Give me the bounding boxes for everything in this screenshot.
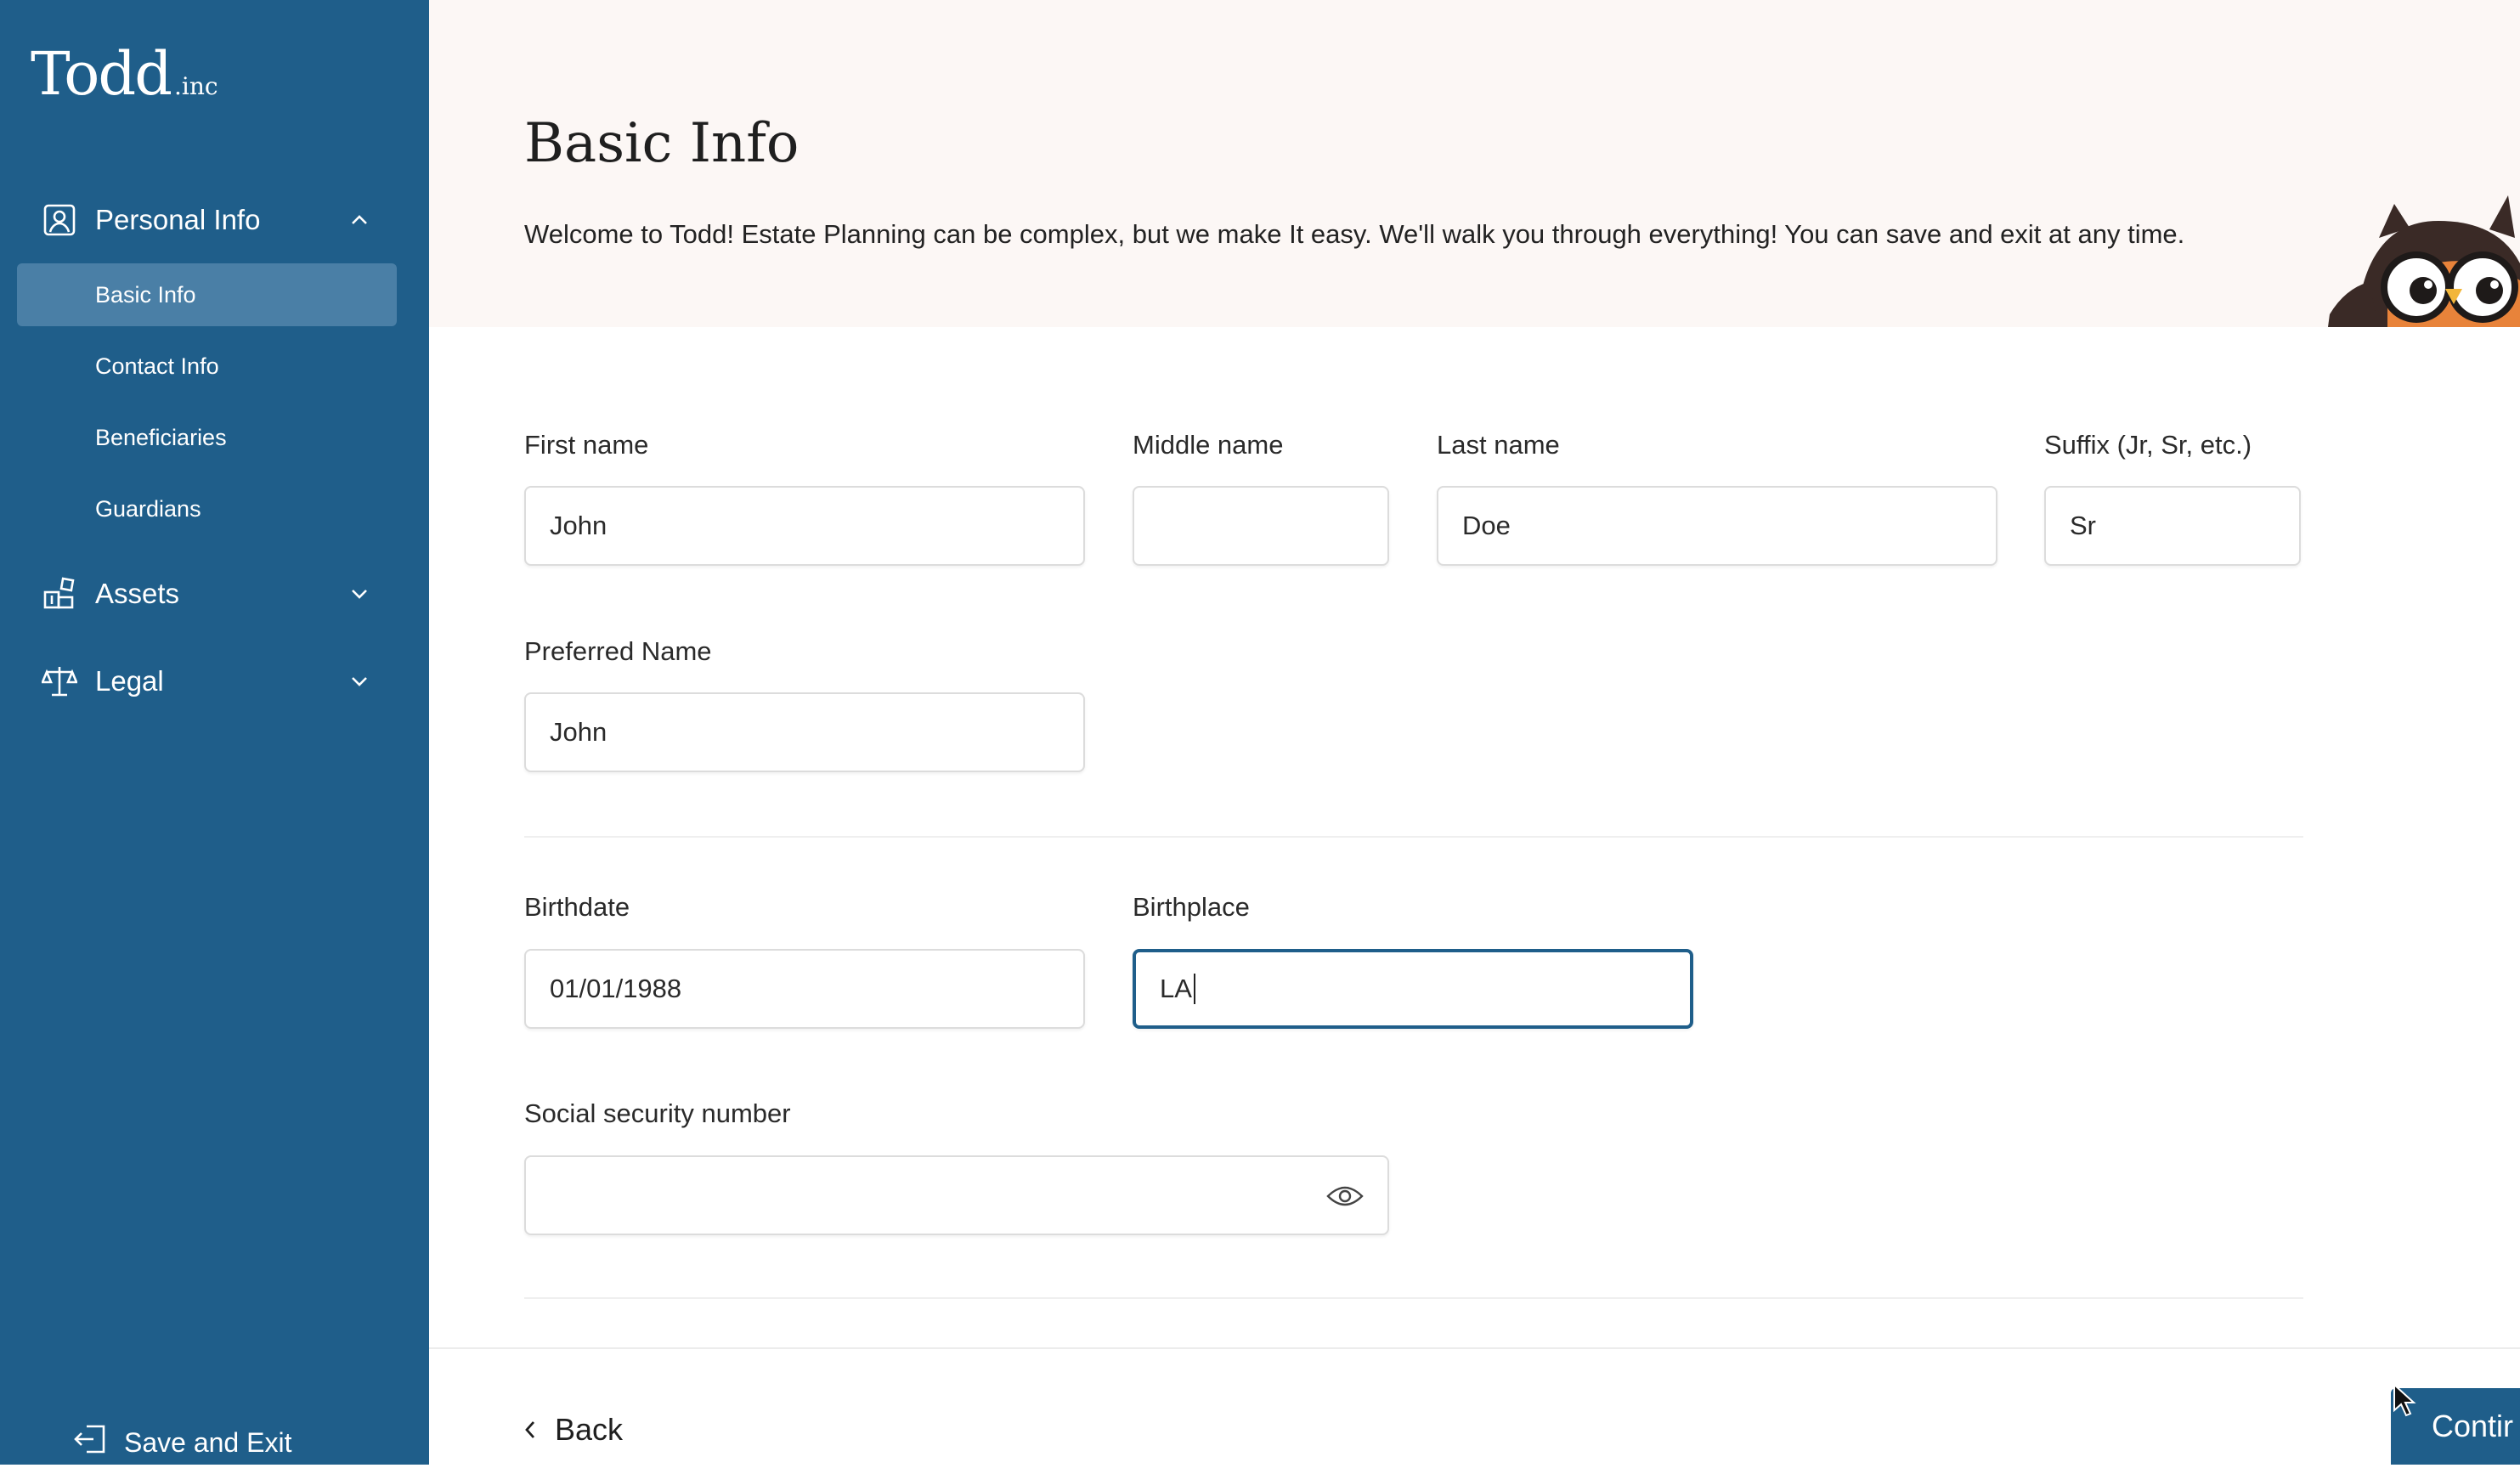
birthplace-label: Birthplace xyxy=(1133,892,1250,922)
back-button[interactable]: Back xyxy=(524,1406,623,1454)
scale-icon xyxy=(41,663,78,700)
chevron-up-icon xyxy=(347,207,372,233)
nav-section-legal[interactable]: Legal xyxy=(0,647,429,715)
chevron-down-icon xyxy=(347,581,372,607)
sidebar: Todd .inc Personal Info Basic Info Contac… xyxy=(0,0,429,1465)
nav-section-label: Assets xyxy=(95,578,180,609)
sidebar-item-contact-info[interactable]: Contact Info xyxy=(17,335,397,398)
save-and-exit-button[interactable]: Save and Exit xyxy=(73,1417,291,1468)
mouse-cursor-icon xyxy=(2393,1382,2416,1417)
intro-text: Welcome to Todd! Estate Planning can be … xyxy=(524,219,2185,249)
nav-section-label: Personal Info xyxy=(95,204,261,235)
sidebar-item-guardians[interactable]: Guardians xyxy=(17,477,397,540)
sidebar-item-basic-info[interactable]: Basic Info xyxy=(17,263,397,326)
middle-name-label: Middle name xyxy=(1133,430,1284,460)
last-name-label: Last name xyxy=(1437,430,1560,460)
section-divider xyxy=(524,836,2303,838)
first-name-label: First name xyxy=(524,430,649,460)
first-name-input[interactable]: John xyxy=(524,486,1085,566)
sidebar-item-beneficiaries[interactable]: Beneficiaries xyxy=(17,406,397,469)
birthplace-value: LA xyxy=(1160,974,1192,1003)
back-label: Back xyxy=(555,1412,624,1447)
continue-label: Contir xyxy=(2432,1409,2514,1443)
last-name-input[interactable]: Doe xyxy=(1437,486,1997,566)
section-divider xyxy=(524,1297,2303,1299)
chevron-left-icon xyxy=(524,1412,536,1448)
footer-divider xyxy=(429,1347,2520,1349)
eye-icon[interactable] xyxy=(1326,1183,1364,1210)
nav-section-label: Legal xyxy=(95,665,164,697)
preferred-name-label: Preferred Name xyxy=(524,636,712,666)
exit-icon xyxy=(73,1424,107,1461)
page-title: Basic Info xyxy=(524,112,800,175)
save-and-exit-label: Save and Exit xyxy=(124,1426,292,1458)
chevron-down-icon xyxy=(347,669,372,694)
user-icon xyxy=(41,201,78,239)
preferred-name-input[interactable]: John xyxy=(524,692,1085,772)
suffix-input[interactable]: Sr xyxy=(2044,486,2301,566)
birthdate-label: Birthdate xyxy=(524,892,630,922)
todd-logo[interactable]: Todd .inc xyxy=(31,39,218,109)
middle-name-input[interactable] xyxy=(1133,486,1389,566)
text-caret xyxy=(1193,974,1195,1004)
ssn-label: Social security number xyxy=(524,1098,791,1128)
suffix-label: Suffix (Jr, Sr, etc.) xyxy=(2044,430,2252,460)
ssn-input[interactable] xyxy=(524,1155,1389,1235)
nav-section-personal-info[interactable]: Personal Info xyxy=(0,186,429,254)
birthplace-input[interactable]: LA xyxy=(1133,949,1693,1029)
owl-mascot xyxy=(2328,187,2520,327)
nav-section-assets[interactable]: Assets xyxy=(0,560,429,628)
blocks-icon xyxy=(41,575,78,613)
birthdate-input[interactable]: 01/01/1988 xyxy=(524,949,1085,1029)
